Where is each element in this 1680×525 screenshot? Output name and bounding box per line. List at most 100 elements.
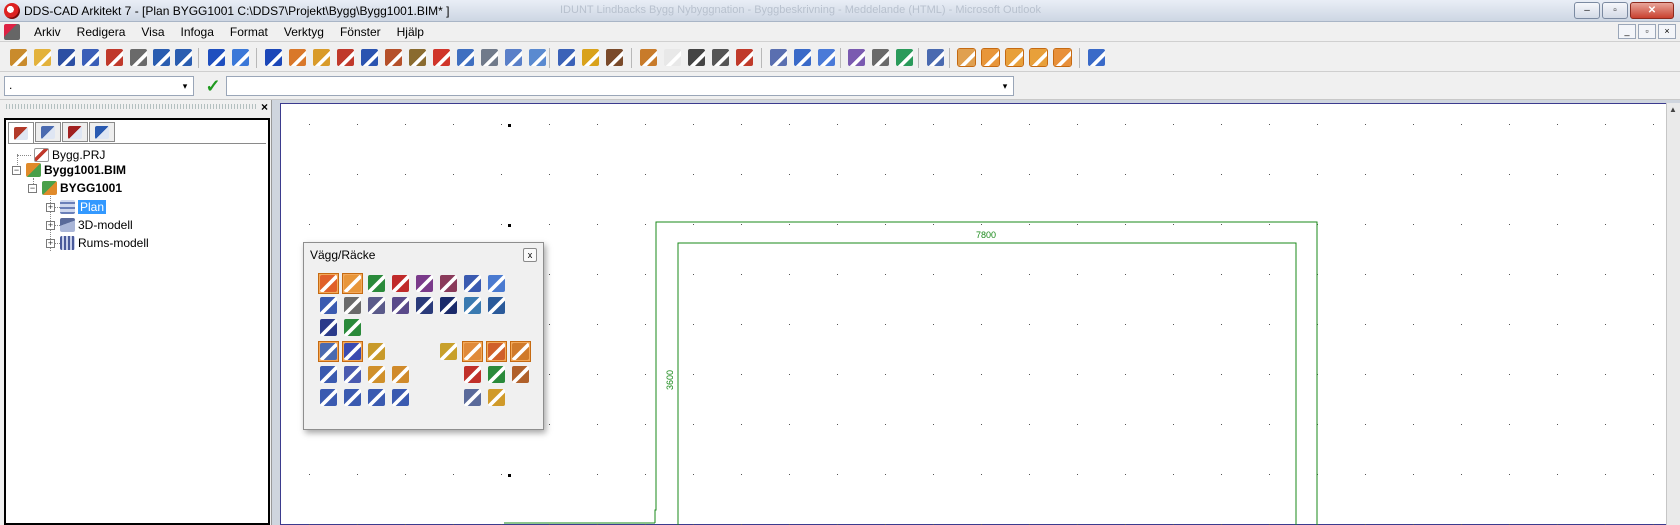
search-zoom-icon[interactable] — [736, 49, 753, 66]
wall-extend-button[interactable] — [462, 341, 483, 362]
wall-offset-button[interactable] — [390, 273, 411, 294]
tree-node-building[interactable]: BYGG1001 — [42, 180, 122, 196]
wall-query-button[interactable] — [318, 387, 339, 408]
wall-cross-button[interactable] — [366, 364, 387, 385]
slab-icon[interactable] — [481, 49, 498, 66]
beam-icon[interactable] — [337, 49, 354, 66]
tools-icon[interactable] — [606, 49, 623, 66]
house-icon[interactable] — [794, 49, 811, 66]
chevron-down-icon[interactable]: ▾ — [997, 77, 1013, 95]
confirm-check-icon[interactable]: ✓ — [203, 76, 223, 96]
copy-icon[interactable] — [896, 49, 913, 66]
spline-button[interactable] — [366, 295, 387, 316]
terrain-icon[interactable] — [505, 49, 522, 66]
pencil-icon[interactable] — [640, 49, 657, 66]
chevron-down-icon[interactable]: ▾ — [177, 77, 193, 95]
collapse-toggle[interactable]: − — [12, 166, 21, 175]
wall-texture-button[interactable] — [486, 387, 507, 408]
menu-infoga[interactable]: Infoga — [173, 25, 222, 39]
wall-point-button[interactable] — [318, 273, 339, 294]
panel-close-button[interactable]: × — [261, 100, 268, 114]
wall-split-button[interactable] — [510, 341, 531, 362]
dashed-line-button[interactable] — [414, 295, 435, 316]
tree-node-project[interactable]: Bygg.PRJ — [34, 147, 105, 163]
dimension-icon[interactable] — [848, 49, 865, 66]
column-icon[interactable] — [313, 49, 330, 66]
panel-grip[interactable] — [6, 104, 256, 109]
wall-align-button[interactable] — [366, 273, 387, 294]
arc-wall-button[interactable] — [390, 295, 411, 316]
tree-node-plan[interactable]: Plan — [60, 199, 107, 215]
collapse-toggle[interactable]: − — [28, 184, 37, 193]
house-3d-icon[interactable] — [818, 49, 835, 66]
wall-type-a-button[interactable] — [414, 273, 435, 294]
expand-toggle[interactable]: + — [46, 203, 55, 212]
scroll-up-icon[interactable]: ▲ — [1669, 105, 1677, 114]
menu-arkiv[interactable]: Arkiv — [26, 25, 69, 39]
save-all-icon[interactable] — [82, 49, 99, 66]
export-icon[interactable] — [106, 49, 123, 66]
text-icon[interactable] — [927, 49, 944, 66]
home-view-icon[interactable] — [232, 49, 249, 66]
expand-toggle[interactable]: + — [46, 239, 55, 248]
redo-icon[interactable] — [175, 49, 192, 66]
vertical-scrollbar[interactable]: ▲ — [1666, 103, 1680, 525]
sun-icon[interactable] — [712, 49, 729, 66]
roof-icon[interactable] — [385, 49, 402, 66]
menu-redigera[interactable]: Redigera — [69, 25, 134, 39]
wall-grid-button[interactable] — [342, 273, 363, 294]
wall-corner-button[interactable] — [318, 295, 339, 316]
wall-stack-button[interactable] — [486, 364, 507, 385]
layers-icon[interactable] — [558, 49, 575, 66]
polygon-button[interactable] — [342, 295, 363, 316]
command-combo[interactable]: . ▾ — [4, 76, 194, 96]
double-line-button[interactable] — [438, 295, 459, 316]
tab-layers[interactable] — [62, 122, 88, 142]
undo-icon[interactable] — [153, 49, 170, 66]
wall-copy-button[interactable] — [366, 341, 387, 362]
cross-wall-button[interactable] — [486, 295, 507, 316]
snap-point-icon[interactable] — [981, 48, 1000, 67]
help-icon[interactable] — [265, 49, 282, 66]
eye-icon[interactable] — [688, 49, 705, 66]
minimize-button[interactable]: – — [1574, 2, 1600, 19]
menu-verktyg[interactable]: Verktyg — [276, 25, 332, 39]
wall-properties-button[interactable] — [342, 341, 363, 362]
wall-query-3-button[interactable] — [366, 387, 387, 408]
prompt-combo[interactable]: ▾ — [226, 76, 1014, 96]
print-icon[interactable] — [130, 49, 147, 66]
wall-type-b-button[interactable] — [438, 273, 459, 294]
furniture-icon[interactable] — [529, 49, 546, 66]
snap-wall-icon[interactable] — [1053, 48, 1072, 67]
wall-query-4-button[interactable] — [390, 387, 411, 408]
open-icon[interactable] — [34, 49, 51, 66]
settings-icon[interactable] — [1088, 49, 1105, 66]
fill-wall-button[interactable] — [462, 295, 483, 316]
wall-connect-button[interactable] — [462, 364, 483, 385]
tab-project-tree[interactable] — [8, 122, 34, 144]
globe-icon[interactable] — [208, 49, 225, 66]
room-icon[interactable] — [457, 49, 474, 66]
wall-edit-button[interactable] — [342, 364, 363, 385]
camera-icon[interactable] — [872, 49, 889, 66]
snap-grid-icon[interactable] — [957, 48, 976, 67]
window-icon[interactable] — [361, 49, 378, 66]
mdi-restore-button[interactable]: ▫ — [1638, 24, 1656, 39]
wall-type-c-button[interactable] — [462, 273, 483, 294]
wall-type-d-button[interactable] — [486, 273, 507, 294]
snap-angle-icon[interactable] — [1029, 48, 1048, 67]
object-icon[interactable] — [433, 49, 450, 66]
join-walls-button[interactable] — [318, 341, 339, 362]
tree-node-room-model[interactable]: Rums-modell — [60, 235, 149, 251]
railing-button[interactable] — [318, 317, 339, 338]
document-icon[interactable] — [4, 23, 20, 40]
menu-visa[interactable]: Visa — [133, 25, 172, 39]
palette-close-button[interactable]: x — [523, 248, 537, 262]
stair-icon[interactable] — [409, 49, 426, 66]
menu-fonster[interactable]: Fönster — [332, 25, 389, 39]
wall-query-2-button[interactable] — [342, 387, 363, 408]
new-project-icon[interactable] — [10, 49, 27, 66]
wall-board-button[interactable] — [510, 364, 531, 385]
mdi-minimize-button[interactable]: _ — [1618, 24, 1636, 39]
tree-node-3d-model[interactable]: 3D-modell — [60, 217, 133, 233]
